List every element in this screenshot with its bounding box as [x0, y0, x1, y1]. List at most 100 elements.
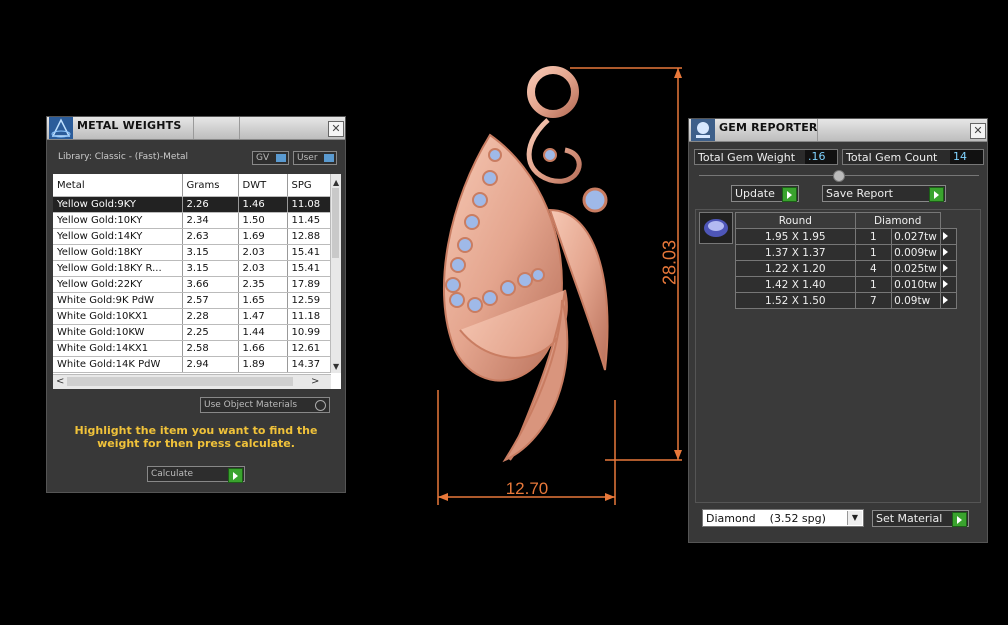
cell-spg: 15.41	[287, 244, 332, 261]
cell-spg: 10.99	[287, 324, 332, 341]
cell-spg: 12.59	[287, 292, 332, 309]
chevron-down-icon[interactable]: ▼	[847, 511, 862, 525]
cell-size: 1.42 X 1.40	[735, 276, 856, 293]
cell-count: 4	[854, 260, 893, 277]
cell-metal: White Gold:10KX1	[53, 308, 183, 325]
table-row[interactable]: White Gold:14K PdW 2.94 1.89 14.37	[53, 356, 332, 373]
round-diamond-icon	[704, 219, 728, 237]
cell-metal: White Gold:14KX1	[53, 340, 183, 357]
update-play-icon	[782, 187, 797, 202]
calculate-button[interactable]: Calculate	[147, 466, 245, 483]
table-row[interactable]: Yellow Gold:10KY 2.34 1.50 11.45	[53, 212, 332, 229]
row-go-icon[interactable]	[939, 292, 958, 309]
column-header-spg[interactable]: SPG	[287, 174, 332, 197]
cell-dwt: 2.03	[238, 244, 288, 261]
titlebar-divider	[193, 117, 194, 139]
table-row[interactable]: White Gold:10KW 2.25 1.44 10.99	[53, 324, 332, 341]
gem-table-header: Round Diamond	[735, 212, 957, 229]
material-select[interactable]: Diamond (3.52 spg) ▼	[702, 509, 864, 527]
table-row[interactable]: 1.52 X 1.50 7 0.09tw	[735, 292, 958, 309]
table-row[interactable]: White Gold:9K PdW 2.57 1.65 12.59	[53, 292, 332, 309]
use-object-materials-toggle[interactable]: Use Object Materials	[200, 397, 330, 413]
cell-grams: 3.15	[182, 244, 239, 261]
table-row[interactable]: Yellow Gold:14KY 2.63 1.69 12.88	[53, 228, 332, 245]
titlebar-divider	[817, 119, 818, 141]
use-object-materials-label: Use Object Materials	[204, 400, 298, 410]
cell-spg: 11.08	[287, 196, 332, 213]
cell-metal: Yellow Gold:10KY	[53, 212, 183, 229]
cell-dwt: 1.69	[238, 228, 288, 245]
cell-weight: 0.027tw	[891, 228, 941, 245]
table-row[interactable]: 1.22 X 1.20 4 0.025tw	[735, 260, 958, 277]
table-row[interactable]: 1.42 X 1.40 1 0.010tw	[735, 276, 958, 293]
row-go-icon[interactable]	[939, 228, 958, 245]
cell-spg: 12.61	[287, 340, 332, 357]
column-header-dwt[interactable]: DWT	[238, 174, 288, 197]
user-toggle-knob	[324, 154, 334, 162]
cell-spg: 14.37	[287, 356, 332, 373]
gem-reporter-title: GEM REPORTER	[719, 121, 818, 134]
table-row[interactable]: 1.37 X 1.37 1 0.009tw	[735, 244, 958, 261]
total-gem-weight-field: Total Gem Weight .16	[694, 149, 838, 165]
user-toggle-label: User	[297, 153, 318, 163]
calculate-label: Calculate	[151, 469, 194, 479]
set-material-label: Set Material	[876, 512, 943, 525]
update-button[interactable]: Update	[731, 185, 799, 202]
horizontal-scrollbar[interactable]: < >	[53, 374, 331, 389]
horizontal-scroll-thumb[interactable]	[67, 377, 293, 386]
table-row[interactable]: Yellow Gold:18KY R... 3.15 2.03 15.41	[53, 260, 332, 277]
gem-reporter-panel: GEM REPORTER ✕ Total Gem Weight .16 Tota…	[688, 118, 988, 543]
cell-spg: 11.45	[287, 212, 332, 229]
table-row[interactable]: Yellow Gold:22KY 3.66 2.35 17.89	[53, 276, 332, 293]
table-row[interactable]: White Gold:10KX1 2.28 1.47 11.18	[53, 308, 332, 325]
material-select-value: Diamond (3.52 spg)	[706, 512, 826, 525]
metal-weights-close-icon[interactable]: ✕	[328, 121, 344, 137]
column-header-metal[interactable]: Metal	[53, 174, 183, 197]
cell-grams: 2.94	[182, 356, 239, 373]
column-header-grams[interactable]: Grams	[182, 174, 239, 197]
total-gem-count-label: Total Gem Count	[846, 151, 938, 164]
set-material-button[interactable]: Set Material	[872, 510, 969, 527]
table-row[interactable]: White Gold:14KX1 2.58 1.66 12.61	[53, 340, 332, 357]
table-row[interactable]: Yellow Gold:9KY 2.26 1.46 11.08	[53, 196, 332, 213]
cell-size: 1.22 X 1.20	[735, 260, 856, 277]
scroll-down-icon[interactable]: ▼	[333, 362, 339, 371]
cell-metal: Yellow Gold:14KY	[53, 228, 183, 245]
table-row[interactable]: 1.95 X 1.95 1 0.027tw	[735, 228, 958, 245]
scroll-right-icon[interactable]: >	[311, 376, 319, 387]
collapse-icon[interactable]	[833, 170, 845, 182]
vertical-scroll-thumb[interactable]	[332, 188, 339, 258]
total-gem-weight-value: .16	[805, 150, 837, 164]
gem-table: Round Diamond 1.95 X 1.95 1 0.027tw 1.37 X…	[735, 212, 958, 309]
cell-metal: Yellow Gold:18KY R...	[53, 260, 183, 277]
cell-count: 1	[854, 276, 893, 293]
gv-toggle[interactable]: GV	[252, 151, 289, 165]
gv-toggle-knob	[276, 154, 286, 162]
metal-weights-titlebar[interactable]: METAL WEIGHTS ✕	[47, 117, 345, 140]
scroll-up-icon[interactable]: ▲	[333, 178, 339, 187]
cell-spg: 12.88	[287, 228, 332, 245]
vertical-scrollbar[interactable]: ▲ ▼	[330, 174, 341, 373]
cell-dwt: 2.03	[238, 260, 288, 277]
column-header-spacer	[940, 212, 957, 229]
gem-thumbnail[interactable]	[699, 212, 733, 244]
save-report-button[interactable]: Save Report	[822, 185, 946, 202]
cell-size: 1.52 X 1.50	[735, 292, 856, 309]
row-go-icon[interactable]	[939, 276, 958, 293]
cell-dwt: 1.66	[238, 340, 288, 357]
cell-grams: 2.57	[182, 292, 239, 309]
metal-weights-panel: METAL WEIGHTS ✕ Library: Classic - (Fast…	[46, 116, 346, 493]
cell-grams: 2.63	[182, 228, 239, 245]
metal-table-header: Metal Grams DWT SPG	[53, 174, 332, 197]
cell-count: 1	[854, 244, 893, 261]
row-go-icon[interactable]	[939, 260, 958, 277]
cell-metal: White Gold:14K PdW	[53, 356, 183, 373]
gem-reporter-close-icon[interactable]: ✕	[970, 123, 986, 139]
gem-reporter-titlebar[interactable]: GEM REPORTER ✕	[689, 119, 987, 142]
user-toggle[interactable]: User	[293, 151, 337, 165]
row-go-icon[interactable]	[939, 244, 958, 261]
scroll-left-icon[interactable]: <	[56, 376, 64, 387]
calculate-play-icon	[228, 468, 243, 483]
table-row[interactable]: Yellow Gold:18KY 3.15 2.03 15.41	[53, 244, 332, 261]
column-header-diamond: Diamond	[854, 212, 941, 229]
